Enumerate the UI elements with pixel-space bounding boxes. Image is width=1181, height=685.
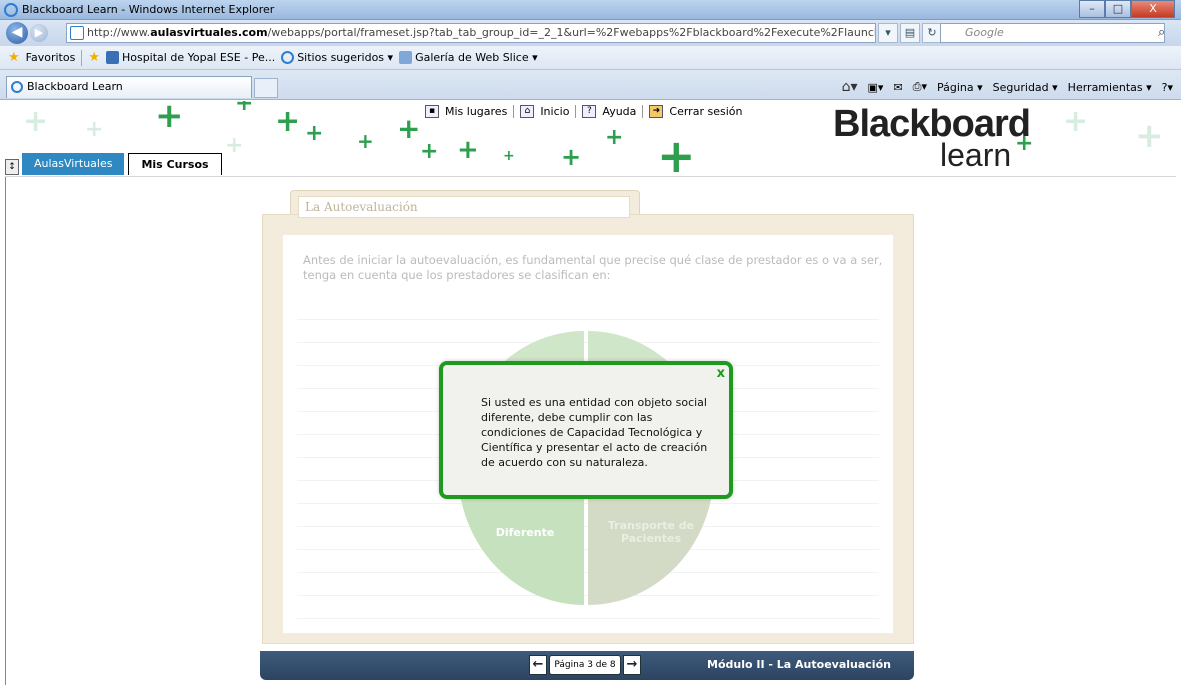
ie-logo-icon: [4, 3, 18, 17]
address-toolbar: ◀ ▶ http://www.aulasvirtuales.com/webapp…: [0, 20, 1181, 46]
dropdown-icon[interactable]: ▾: [878, 23, 898, 43]
learn-logo: learn: [940, 137, 1012, 173]
top-links: ▪ Mis lugares ⌂ Inicio ? Ayuda ➜ Cerrar …: [425, 105, 742, 118]
ie-icon: [11, 81, 23, 93]
search-icon[interactable]: ⌕: [1158, 25, 1165, 40]
decorative-plus-icon: +: [275, 104, 301, 139]
decorative-plus-icon: +: [605, 125, 624, 150]
favorite-suggested-sites[interactable]: Sitios sugeridos ▾: [281, 51, 393, 64]
window-title: Blackboard Learn - Windows Internet Expl…: [22, 3, 275, 16]
favorites-button[interactable]: Favoritos: [26, 51, 76, 64]
url-path: /webapps/portal/frameset.jsp?tab_tab_gro…: [267, 26, 875, 39]
compatibility-view-icon[interactable]: ▤: [900, 23, 920, 43]
favorite-label: Sitios sugeridos ▾: [297, 51, 394, 64]
decorative-plus-icon: +: [225, 133, 244, 158]
tab-mis-cursos[interactable]: Mis Cursos: [128, 153, 222, 175]
decorative-plus-icon: +: [561, 143, 582, 171]
logout-icon: ➜: [649, 105, 664, 118]
next-page-button[interactable]: →: [623, 655, 641, 675]
decorative-plus-icon: +: [155, 101, 184, 136]
logo-plus-icon: +: [1015, 131, 1034, 156]
tab-aulas-virtuales[interactable]: AulasVirtuales: [22, 153, 125, 175]
security-menu[interactable]: Seguridad ▾: [993, 81, 1058, 94]
page-icon: [70, 26, 84, 40]
help-icon: ?: [582, 105, 597, 118]
frame-divider: [5, 177, 6, 685]
decorative-plus-icon: +: [457, 135, 479, 165]
tools-menu[interactable]: Herramientas ▾: [1068, 81, 1152, 94]
site-icon: [105, 51, 119, 64]
decorative-plus-icon: +: [1063, 104, 1089, 139]
decorative-plus-icon: +: [397, 112, 421, 145]
command-bar: ⌂▾ ▣▾ ✉ ⎙▾ Página ▾ Seguridad ▾ Herramie…: [842, 79, 1173, 95]
favorite-web-slice[interactable]: Galería de Web Slice ▾: [399, 51, 538, 64]
quadrant-label-diferente: Diferente: [495, 526, 555, 539]
close-window-button[interactable]: X: [1131, 0, 1175, 18]
search-input[interactable]: Google: [940, 23, 1165, 43]
refresh-icon[interactable]: ↻: [922, 23, 942, 43]
page-menu[interactable]: Página ▾: [937, 81, 983, 94]
divider: [513, 105, 515, 118]
url-domain: aulasvirtuales.com: [150, 26, 268, 39]
new-tab-button[interactable]: [254, 78, 278, 98]
feeds-icon[interactable]: ▣▾: [868, 81, 884, 94]
pager: ← Página 3 de 8 →: [529, 655, 641, 675]
minimize-button[interactable]: –: [1079, 0, 1105, 18]
divider: [81, 49, 83, 66]
window-titlebar: Blackboard Learn - Windows Internet Expl…: [0, 0, 1181, 20]
home-icon: ⌂: [520, 105, 535, 118]
url-prefix: http://www.: [87, 26, 151, 39]
quadrant-label-transporte: Transporte de Pacientes: [607, 519, 695, 545]
previous-page-button[interactable]: ←: [529, 655, 547, 675]
places-icon: ▪: [425, 105, 439, 118]
lesson-title: La Autoevaluación: [298, 196, 630, 218]
expand-toggle-icon[interactable]: ↕: [5, 159, 19, 175]
favorite-label: Hospital de Yopal ESE - Pe...: [121, 51, 276, 64]
favorite-hospital[interactable]: Hospital de Yopal ESE - Pe...: [105, 51, 276, 64]
back-button[interactable]: ◀: [6, 22, 28, 44]
close-popup-button[interactable]: x: [717, 366, 725, 381]
link-mis-lugares[interactable]: Mis lugares: [445, 105, 507, 118]
page-indicator: Página 3 de 8: [549, 655, 621, 675]
lesson-footer: ← Página 3 de 8 → Módulo II - La Autoeva…: [260, 651, 914, 680]
decorative-plus-icon: +: [420, 139, 439, 164]
tab-label: Blackboard Learn: [27, 80, 123, 93]
module-title: Módulo II - La Autoevaluación: [707, 658, 891, 671]
info-popup: x Si usted es una entidad con objeto soc…: [439, 361, 733, 499]
decorative-plus-icon: +: [503, 148, 515, 164]
decorative-plus-icon: +: [235, 101, 254, 116]
web-slice-icon: [399, 51, 413, 64]
mail-icon[interactable]: ✉: [893, 81, 902, 94]
url-input[interactable]: http://www.aulasvirtuales.com/webapps/po…: [66, 23, 876, 43]
tab-blackboard-learn[interactable]: Blackboard Learn: [6, 76, 252, 98]
popup-text: Si usted es una entidad con objeto socia…: [481, 396, 708, 469]
link-cerrar-sesion[interactable]: Cerrar sesión: [669, 105, 742, 118]
blackboard-header: + + + + + + + + + + + + + + + + + ▪ Mis …: [5, 101, 1176, 177]
forward-button[interactable]: ▶: [30, 24, 48, 42]
ie-icon: [281, 51, 295, 64]
decorative-plus-icon: +: [1135, 116, 1164, 156]
course-tabs: ↕ AulasVirtuales Mis Cursos: [5, 153, 226, 175]
print-icon[interactable]: ⎙▾: [913, 80, 927, 94]
decorative-plus-icon: +: [23, 104, 49, 139]
home-icon[interactable]: ⌂▾: [842, 79, 858, 95]
divider: [575, 105, 577, 118]
favorites-star-icon[interactable]: ★: [8, 50, 20, 65]
decorative-plus-icon: +: [357, 129, 374, 153]
link-ayuda[interactable]: Ayuda: [602, 105, 636, 118]
intro-text: Antes de iniciar la autoevaluación, es f…: [303, 253, 883, 282]
decorative-plus-icon: +: [85, 117, 104, 142]
link-inicio[interactable]: Inicio: [540, 105, 569, 118]
help-icon[interactable]: ?▾: [1162, 81, 1173, 94]
browser-tab-row: Blackboard Learn ⌂▾ ▣▾ ✉ ⎙▾ Página ▾ Seg…: [0, 70, 1181, 100]
add-favorite-icon[interactable]: ★: [88, 50, 100, 65]
favorites-bar: ★ Favoritos ★ Hospital de Yopal ESE - Pe…: [0, 46, 1181, 70]
decorative-plus-icon: +: [657, 129, 696, 177]
decorative-plus-icon: +: [305, 121, 324, 146]
maximize-button[interactable]: □: [1105, 0, 1131, 18]
divider: [642, 105, 644, 118]
favorite-label: Galería de Web Slice ▾: [415, 51, 538, 64]
